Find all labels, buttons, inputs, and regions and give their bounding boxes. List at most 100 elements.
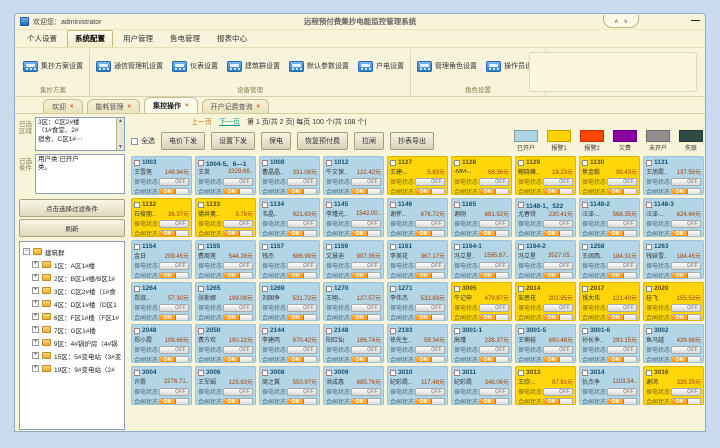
card-checkbox[interactable] [454,286,460,292]
card-checkbox[interactable] [326,286,332,292]
switch-status-indicator[interactable]: ON [607,188,637,196]
meter-card[interactable]: 1004-5、6—1王英2329.66..保电状态OFF合闸状态ON [195,156,256,195]
protect-status-indicator[interactable]: OFF [159,262,189,270]
on-button[interactable]: ON [352,315,368,321]
meter-card[interactable]: 1159文慧迪907.35元保电状态OFF合闸状态ON [323,240,384,279]
switch-status-indicator[interactable]: ON [479,230,509,238]
protect-status-indicator[interactable]: OFF [607,346,637,354]
on-button[interactable]: ON [224,315,240,321]
switch-status-indicator[interactable]: ON [223,272,253,280]
on-button[interactable]: ON [480,357,496,363]
on-button[interactable]: ON [160,399,176,405]
tree-item[interactable]: +4区：D区1#楼（D区1 [32,297,123,310]
switch-status-indicator[interactable]: ON [415,188,445,196]
protect-status-indicator[interactable]: OFF [479,346,509,354]
on-button[interactable]: ON [288,231,304,237]
protect-status-indicator[interactable]: OFF [223,346,253,354]
tab-close-icon[interactable]: × [128,104,132,110]
meter-card[interactable]: 3004许霞2276.71..保电状态OFF合闸状态ON [131,366,192,405]
card-checkbox[interactable] [134,370,140,376]
protect-status-indicator[interactable]: OFF [351,346,381,354]
collapse-down-icon[interactable]: ∨ [624,18,628,25]
meter-card[interactable]: 3008周之冀550.97元保电状态OFF合闸状态ON [259,366,320,405]
protect-status-indicator[interactable]: OFF [543,304,573,312]
on-button[interactable]: ON [608,189,624,195]
card-checkbox[interactable] [518,286,524,292]
protect-status-indicator[interactable]: OFF [479,304,509,312]
meter-card[interactable]: 1130焦金毅99.43元保电状态OFF合闸状态ON [579,156,640,195]
switch-status-indicator[interactable]: ON [287,314,317,322]
card-checkbox[interactable] [646,202,652,208]
on-button[interactable]: ON [288,273,304,279]
switch-status-indicator[interactable]: ON [351,188,381,196]
on-button[interactable]: ON [672,399,688,405]
ribbon-button[interactable]: 仪表设置 [171,59,219,74]
protect-status-indicator[interactable]: OFF [223,178,253,186]
on-button[interactable]: ON [416,399,432,405]
card-checkbox[interactable] [326,370,332,376]
menu-tab[interactable]: 系统配置 [67,30,113,47]
card-checkbox[interactable] [518,370,524,376]
protect-status-indicator[interactable]: OFF [223,262,253,270]
ribbon-button[interactable]: 管理角色设置 [416,59,478,74]
meter-card[interactable]: 3011纪彩霞346.06元保电状态OFF合闸状态ON [451,366,512,405]
card-checkbox[interactable] [262,328,268,334]
scroll-down-icon[interactable]: ▼ [118,144,123,151]
switch-status-indicator[interactable]: ON [223,230,253,238]
toolbar-button[interactable]: 保电 [261,132,291,150]
switch-status-indicator[interactable]: ON [159,314,189,322]
switch-status-indicator[interactable]: ON [543,230,573,238]
meter-card[interactable]: 3014仇杰争1103.54..保电状态OFF合闸状态ON [579,366,640,405]
scroll-up-icon[interactable]: ▲ [118,118,123,125]
on-button[interactable]: ON [608,315,624,321]
card-checkbox[interactable] [646,370,652,376]
protect-status-indicator[interactable]: OFF [415,178,445,186]
meter-card[interactable]: 1165谢刚681.52元保电状态OFF合闸状态ON [451,198,512,237]
card-checkbox[interactable] [390,244,396,250]
menu-tab[interactable]: 个人设置 [20,31,64,47]
on-button[interactable]: ON [608,231,624,237]
meter-card[interactable]: 1263钱妹雪..184.45元保电状态OFF合闸状态ON [643,240,704,279]
meter-card[interactable]: 3001-6孙长争..293.15元保电状态OFF合闸状态ON [579,324,640,363]
protect-status-indicator[interactable]: OFF [415,220,445,228]
switch-status-indicator[interactable]: ON [159,398,189,406]
on-button[interactable]: ON [544,189,560,195]
card-checkbox[interactable] [134,244,140,250]
meter-card[interactable]: 1148-1、522尤春铁230.41元保电状态OFF合闸状态ON [515,198,576,237]
protect-status-indicator[interactable]: OFF [159,388,189,396]
protect-status-indicator[interactable]: OFF [287,262,317,270]
switch-status-indicator[interactable]: ON [607,230,637,238]
doc-tab[interactable]: 集控操作× [144,97,198,113]
meter-card[interactable]: 3002鱼冯越439.88元保电状态OFF合闸状态ON [643,324,704,363]
toolbar-button[interactable]: 拉闸 [354,132,384,150]
tree-item[interactable]: +15区：5#变电站（3#变 [32,349,123,362]
menu-tab[interactable]: 报表中心 [210,31,254,47]
on-button[interactable]: ON [480,399,496,405]
switch-status-indicator[interactable]: ON [415,314,445,322]
selected-region-listbox[interactable]: ▲ ▼ 3区：C区2#楼（1#食堂、2#宿舍、C区1#⋯ [35,117,125,151]
on-button[interactable]: ON [416,273,432,279]
meter-card[interactable]: 2144李建丙870.42元保电状态OFF合闸状态ON [259,324,320,363]
on-button[interactable]: ON [480,189,496,195]
card-checkbox[interactable] [390,202,396,208]
card-checkbox[interactable] [134,160,140,166]
on-button[interactable]: ON [352,189,368,195]
card-checkbox[interactable] [262,202,268,208]
meter-card[interactable]: 1161李美花367.17元保电状态OFF合闸状态ON [387,240,448,279]
toolbar-button[interactable]: 电价下发 [161,132,205,150]
protect-status-indicator[interactable]: OFF [543,220,573,228]
meter-card[interactable]: 1131王旭霞..137.59元保电状态OFF合闸状态ON [643,156,704,195]
meter-card[interactable]: 1128-MM-..68.36元保电状态OFF合闸状态ON [451,156,512,195]
refresh-button[interactable]: 刷新 [19,219,125,237]
expand-box-icon[interactable]: + [32,274,39,281]
switch-status-indicator[interactable]: ON [351,356,381,364]
card-checkbox[interactable] [326,202,332,208]
meter-card[interactable]: 1145李瑾光..1542.00..保电状态OFF合闸状态ON [323,198,384,237]
expand-box-icon[interactable]: + [32,313,39,320]
card-checkbox[interactable] [646,244,652,250]
switch-status-indicator[interactable]: ON [607,356,637,364]
on-button[interactable]: ON [288,399,304,405]
on-button[interactable]: ON [288,189,304,195]
meter-card[interactable]: 2020桂飞155.53元保电状态OFF合闸状态ON [643,282,704,321]
meter-card[interactable]: 2014安思花202.95元保电状态OFF合闸状态ON [515,282,576,321]
